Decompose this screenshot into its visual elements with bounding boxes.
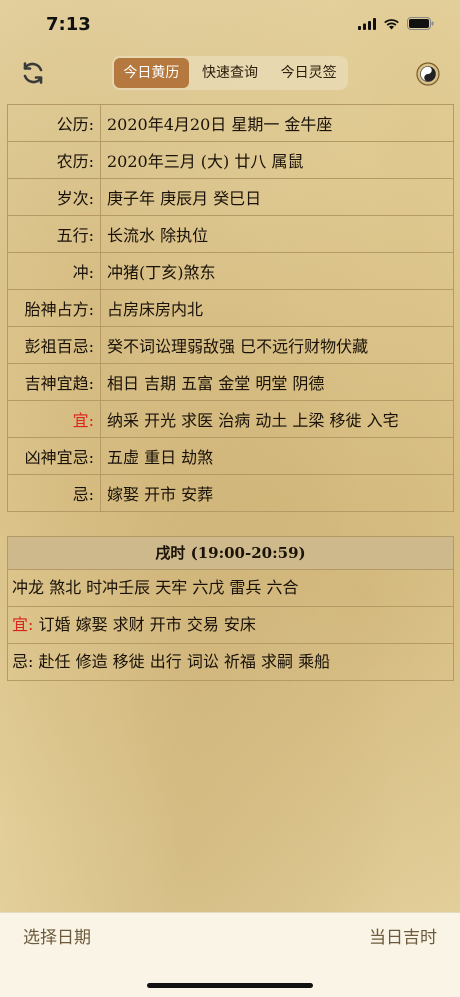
almanac-value: 癸不词讼理弱敌强 巳不远行财物伏藏 xyxy=(100,326,454,364)
hour-ji-row: 忌: 赴任 修造 移徙 出行 词讼 祈福 求嗣 乘船 xyxy=(8,644,453,680)
status-time: 7:13 xyxy=(46,14,91,35)
almanac-row: 岁次: 庚子年 庚辰月 癸巳日 xyxy=(7,178,454,216)
select-date-button[interactable]: 选择日期 xyxy=(23,923,91,948)
almanac-value: 嫁娶 开市 安葬 xyxy=(100,474,454,512)
hour-ji-value: 赴任 修造 移徙 出行 词讼 祈福 求嗣 乘船 xyxy=(38,652,331,671)
almanac-label: 岁次: xyxy=(7,178,101,216)
almanac-label: 宜: xyxy=(7,400,101,438)
almanac-value: 相日 吉期 五富 金堂 明堂 阴德 xyxy=(100,363,454,401)
almanac-label: 五行: xyxy=(7,215,101,253)
almanac-row: 冲: 冲猪(丁亥)煞东 xyxy=(7,252,454,290)
segmented-tabs: 今日黄历 快速查询 今日灵签 xyxy=(112,56,348,90)
almanac-value: 庚子年 庚辰月 癸巳日 xyxy=(100,178,454,216)
hour-ji-label: 忌: xyxy=(12,652,34,671)
almanac-value: 纳采 开光 求医 治病 动土 上梁 移徙 入宅 xyxy=(100,400,454,438)
home-indicator xyxy=(147,983,313,988)
almanac-row: 农历: 2020年三月 (大) 廿八 属鼠 xyxy=(7,141,454,179)
hour-section: 戌时 (19:00-20:59) 冲龙 煞北 时冲壬辰 天牢 六戊 雷兵 六合 … xyxy=(7,536,454,681)
almanac-value: 2020年三月 (大) 廿八 属鼠 xyxy=(100,141,454,179)
almanac-row: 吉神宜趋: 相日 吉期 五富 金堂 明堂 阴德 xyxy=(7,363,454,401)
refresh-icon[interactable] xyxy=(20,60,46,86)
hour-yi-label: 宜: xyxy=(12,615,34,634)
battery-icon xyxy=(407,17,434,30)
almanac-row: 宜: 纳采 开光 求医 治病 动土 上梁 移徙 入宅 xyxy=(7,400,454,438)
almanac-row: 凶神宜忌: 五虚 重日 劫煞 xyxy=(7,437,454,475)
almanac-label: 公历: xyxy=(7,104,101,142)
almanac-label: 彭祖百忌: xyxy=(7,326,101,364)
almanac-row: 五行: 长流水 除执位 xyxy=(7,215,454,253)
almanac-label: 忌: xyxy=(7,474,101,512)
almanac-value: 占房床房内北 xyxy=(100,289,454,327)
bottom-bar: 选择日期 当日吉时 xyxy=(0,912,460,997)
almanac-label: 农历: xyxy=(7,141,101,179)
almanac-value: 五虚 重日 劫煞 xyxy=(100,437,454,475)
tab-today-oracle[interactable]: 今日灵签 xyxy=(271,58,346,88)
auspicious-hours-button[interactable]: 当日吉时 xyxy=(369,923,437,948)
almanac-value: 2020年4月20日 星期一 金牛座 xyxy=(100,104,454,142)
tab-today-almanac[interactable]: 今日黄历 xyxy=(114,58,189,88)
almanac-value: 冲猪(丁亥)煞东 xyxy=(100,252,454,290)
status-bar: 7:13 xyxy=(0,0,460,50)
hour-clash-line: 冲龙 煞北 时冲壬辰 天牢 六戊 雷兵 六合 xyxy=(8,570,453,607)
yin-yang-icon[interactable] xyxy=(416,62,440,86)
tab-quick-search[interactable]: 快速查询 xyxy=(193,58,268,88)
nav-bar: 今日黄历 快速查询 今日灵签 xyxy=(0,50,460,98)
wifi-icon xyxy=(384,18,399,29)
almanac-row: 彭祖百忌: 癸不词讼理弱敌强 巳不远行财物伏藏 xyxy=(7,326,454,364)
almanac-value: 长流水 除执位 xyxy=(100,215,454,253)
almanac-row: 公历: 2020年4月20日 星期一 金牛座 xyxy=(7,104,454,142)
almanac-row: 忌: 嫁娶 开市 安葬 xyxy=(7,474,454,512)
almanac-label: 凶神宜忌: xyxy=(7,437,101,475)
status-icons xyxy=(358,17,434,30)
hour-yi-row: 宜: 订婚 嫁娶 求财 开市 交易 安床 xyxy=(8,607,453,644)
almanac-row: 胎神占方: 占房床房内北 xyxy=(7,289,454,327)
almanac-label: 冲: xyxy=(7,252,101,290)
signal-icon xyxy=(358,17,376,30)
almanac-label: 吉神宜趋: xyxy=(7,363,101,401)
hour-title: 戌时 (19:00-20:59) xyxy=(8,537,453,570)
almanac-table: 公历: 2020年4月20日 星期一 金牛座 农历: 2020年三月 (大) 廿八 属… xyxy=(7,104,454,512)
hour-yi-value: 订婚 嫁娶 求财 开市 交易 安床 xyxy=(38,615,256,634)
almanac-label: 胎神占方: xyxy=(7,289,101,327)
